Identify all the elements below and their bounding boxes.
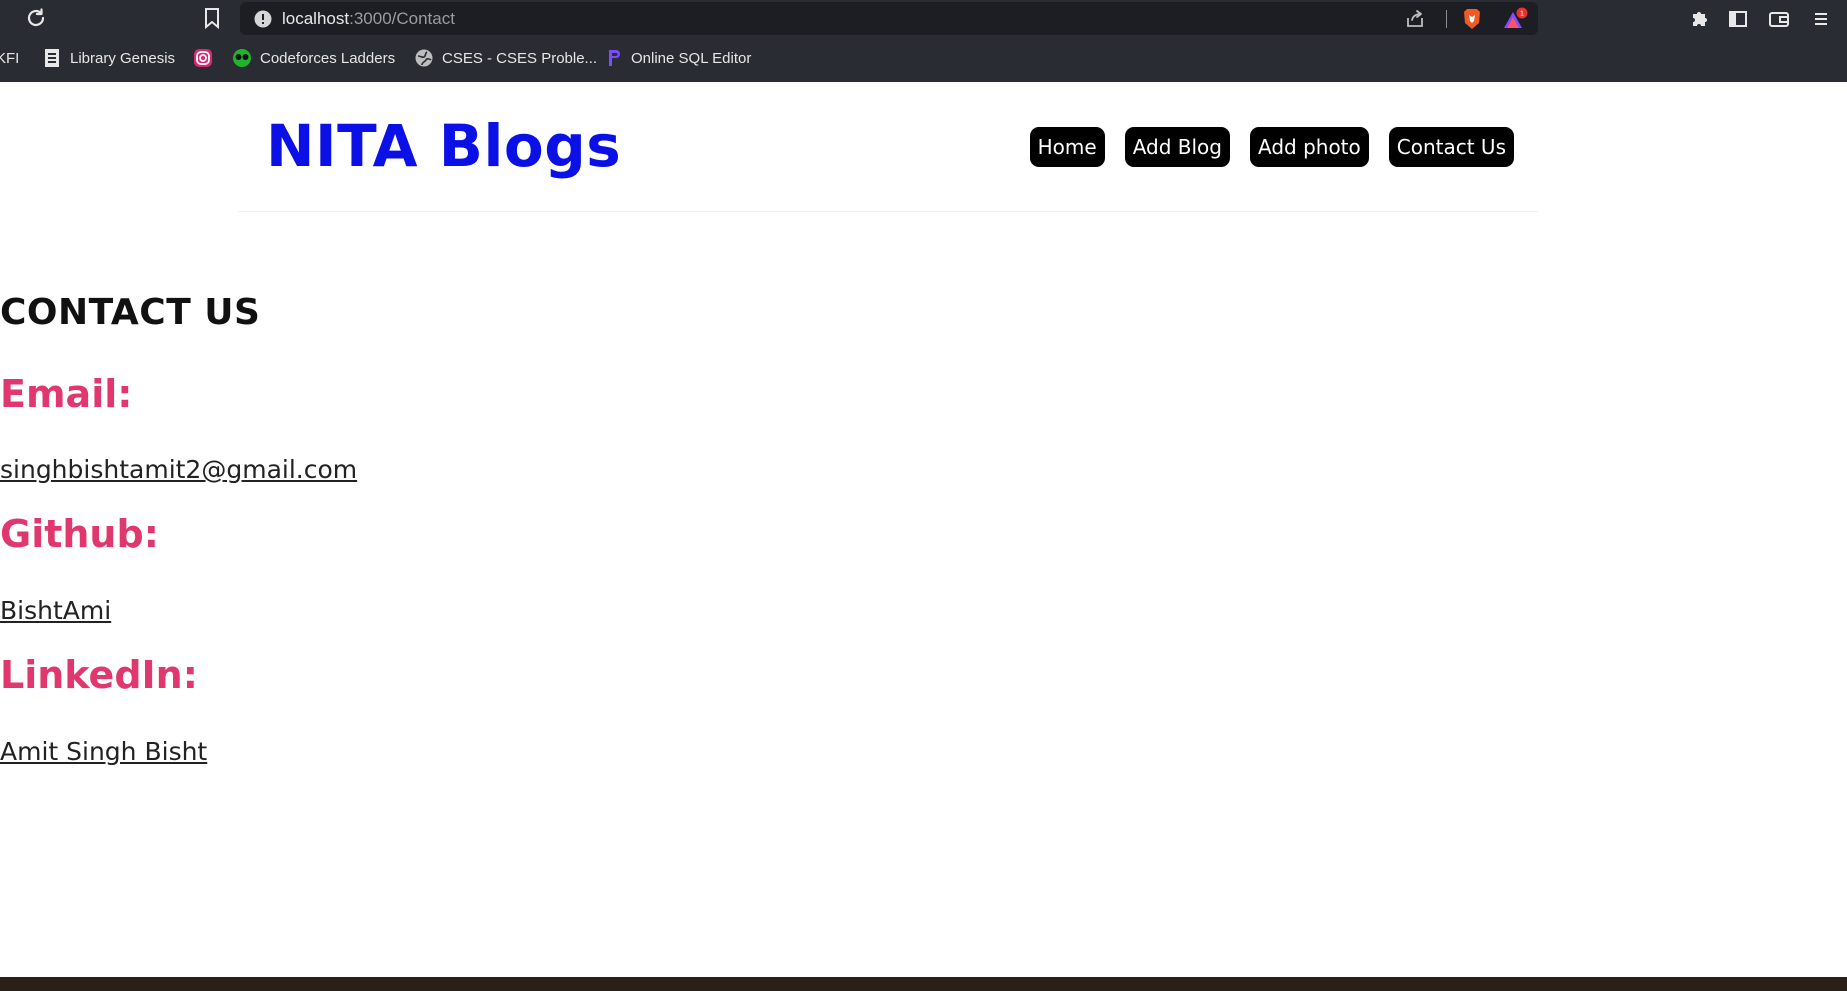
reload-icon[interactable]: [24, 6, 48, 30]
bookmark-item[interactable]: Library Genesis: [42, 44, 175, 72]
bookmarks-bar: KFI Library Genesis Codeforces Ladders C…: [0, 44, 1847, 74]
nav-add-photo-button[interactable]: Add photo: [1250, 127, 1369, 167]
site-info-icon[interactable]: [254, 10, 272, 28]
bookmark-item[interactable]: [193, 44, 213, 72]
brave-shields-icon[interactable]: [1461, 7, 1483, 31]
bookmark-label: Library Genesis: [70, 49, 176, 67]
rewards-badge: 1: [1520, 11, 1524, 18]
url-host: localhost: [282, 9, 350, 28]
taskbar-strip: [0, 977, 1847, 991]
nav-contact-button[interactable]: Contact Us: [1388, 127, 1514, 167]
bookmark-item[interactable]: Codeforces Ladders: [232, 44, 395, 72]
url-text[interactable]: localhost:3000/Contact: [282, 9, 455, 29]
sql-editor-icon: [609, 50, 620, 66]
bookmark-item[interactable]: CSES - CSES Proble...: [414, 44, 597, 72]
address-bar-divider: [1446, 10, 1447, 28]
codeforces-icon: [233, 49, 251, 67]
linkedin-heading: LinkedIn:: [0, 653, 198, 697]
nav-add-blog-button[interactable]: Add Blog: [1124, 127, 1230, 167]
instagram-icon: [194, 49, 212, 67]
address-bar[interactable]: localhost:3000/Contact 1: [240, 2, 1538, 35]
github-row: BishtAmi: [0, 596, 1778, 625]
brave-rewards-icon[interactable]: 1: [1502, 7, 1528, 31]
globe-icon: [415, 49, 433, 67]
library-icon: [45, 49, 59, 67]
browser-chrome: localhost:3000/Contact 1 KFI Library Gen…: [0, 0, 1847, 82]
url-path: :3000/Contact: [349, 9, 455, 28]
menu-icon[interactable]: [1810, 8, 1832, 30]
bookmark-label: CSES - CSES Proble...: [442, 49, 598, 67]
nav-home-button[interactable]: Home: [1029, 127, 1105, 167]
nav-links: Home Add Blog Add photo Contact Us: [1029, 127, 1514, 167]
extensions-icon[interactable]: [1688, 8, 1710, 30]
share-icon[interactable]: [1404, 8, 1426, 30]
linkedin-link[interactable]: Amit Singh Bisht: [0, 737, 207, 766]
bookmark-label: Online SQL Editor: [631, 49, 752, 67]
wallet-icon[interactable]: [1768, 8, 1790, 30]
browser-toolbar: localhost:3000/Contact 1: [0, 0, 1847, 38]
site-navbar: NITA Blogs Home Add Blog Add photo Conta…: [238, 82, 1538, 212]
bookmark-item[interactable]: KFI: [0, 44, 19, 72]
bookmark-page-icon[interactable]: [202, 6, 222, 30]
contact-title: CONTACT US: [0, 292, 261, 333]
github-heading: Github:: [0, 512, 159, 556]
email-heading: Email:: [0, 372, 133, 416]
bookmark-label: Codeforces Ladders: [260, 49, 396, 67]
sidebar-icon[interactable]: [1727, 8, 1749, 30]
page: NITA Blogs Home Add Blog Add photo Conta…: [0, 82, 1847, 977]
bookmark-item[interactable]: Online SQL Editor: [603, 44, 751, 72]
github-link[interactable]: BishtAmi: [0, 596, 111, 625]
linkedin-row: Amit Singh Bisht: [0, 737, 1778, 766]
site-brand[interactable]: NITA Blogs: [266, 112, 621, 180]
bookmark-label: KFI: [0, 49, 20, 67]
email-link[interactable]: singhbishtamit2@gmail.com: [0, 455, 357, 484]
email-row: singhbishtamit2@gmail.com: [0, 455, 1778, 484]
